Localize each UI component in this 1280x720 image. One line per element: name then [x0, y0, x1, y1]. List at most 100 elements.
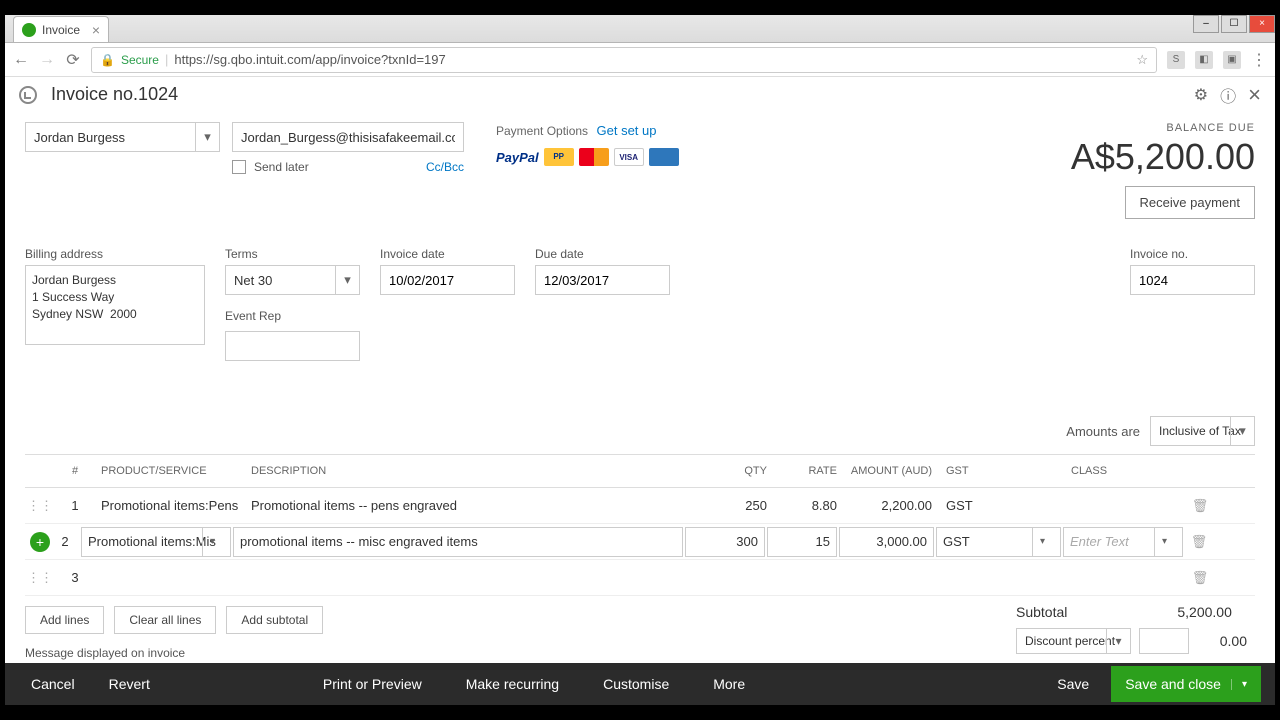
lock-icon: 🔒 — [100, 53, 115, 67]
make-recurring-button[interactable]: Make recurring — [454, 668, 571, 700]
chevron-down-icon[interactable]: ▾ — [1231, 679, 1247, 690]
qbo-favicon — [22, 23, 36, 37]
tab-title: Invoice — [42, 23, 80, 37]
row-amount[interactable]: 2,200.00 — [845, 498, 940, 513]
balance-due-amount: A$5,200.00 — [1071, 136, 1255, 178]
line-items-grid: # PRODUCT/SERVICE DESCRIPTION QTY RATE A… — [25, 454, 1255, 596]
customise-button[interactable]: Customise — [591, 668, 681, 700]
invoice-date-label: Invoice date — [380, 247, 515, 261]
revert-button[interactable]: Revert — [97, 668, 162, 700]
col-amount: AMOUNT (AUD) — [845, 465, 940, 477]
chevron-down-icon: ▾ — [1154, 528, 1174, 556]
receive-payment-button[interactable]: Receive payment — [1125, 186, 1255, 219]
subtotal-value: 5,200.00 — [1177, 604, 1232, 620]
terms-dropdown[interactable]: Net 30 ▾ — [225, 265, 360, 295]
address-bar: ← → ⟳ 🔒 Secure | https://sg.qbo.intuit.c… — [5, 43, 1275, 77]
row-rate[interactable]: 8.80 — [775, 498, 845, 513]
chevron-down-icon: ▾ — [195, 123, 219, 151]
minimize-button[interactable]: – — [1193, 15, 1219, 33]
billing-address-input[interactable] — [25, 265, 205, 345]
discount-input[interactable] — [1139, 628, 1189, 654]
send-later-checkbox[interactable] — [232, 160, 246, 174]
cancel-button[interactable]: Cancel — [19, 668, 87, 700]
invoice-date-input[interactable] — [380, 265, 515, 295]
more-button[interactable]: More — [701, 668, 757, 700]
col-gst: GST — [940, 465, 1065, 477]
event-rep-input[interactable] — [225, 331, 360, 361]
row-num: 1 — [55, 498, 95, 513]
col-num: # — [55, 465, 95, 477]
ext-icon-2[interactable]: ◧ — [1195, 51, 1213, 69]
row-amount-input[interactable]: 3,000.00 — [839, 527, 934, 557]
clear-lines-button[interactable]: Clear all lines — [114, 606, 216, 634]
add-subtotal-button[interactable]: Add subtotal — [226, 606, 323, 634]
row-qty-input[interactable]: 300 — [685, 527, 765, 557]
event-rep-label: Event Rep — [225, 309, 360, 323]
line-row-empty[interactable]: ⋮⋮ 3 🗑 — [25, 560, 1255, 596]
terms-value: Net 30 — [234, 273, 272, 288]
ccbcc-link[interactable]: Cc/Bcc — [426, 160, 464, 174]
mastercard-icon — [579, 148, 609, 166]
row-gst[interactable]: GST — [940, 498, 1065, 513]
history-icon[interactable] — [19, 86, 37, 104]
ext-icon-1[interactable]: S — [1167, 51, 1185, 69]
row-rate-input[interactable]: 15 — [767, 527, 837, 557]
visa-icon: VISA — [614, 148, 644, 166]
url-field[interactable]: 🔒 Secure | https://sg.qbo.intuit.com/app… — [91, 47, 1157, 73]
discount-value: 0.00 — [1197, 633, 1247, 649]
back-icon[interactable]: ← — [13, 52, 29, 68]
line-row[interactable]: ⋮⋮ 1 Promotional items:Pens Promotional … — [25, 488, 1255, 524]
menu-icon[interactable]: ⋮ — [1251, 52, 1267, 68]
invoice-no-input[interactable] — [1130, 265, 1255, 295]
add-lines-button[interactable]: Add lines — [25, 606, 104, 634]
tax-inclusive-value: Inclusive of Tax — [1159, 424, 1241, 438]
discount-dropdown[interactable]: Discount percent ▾ — [1016, 628, 1131, 654]
gear-icon[interactable]: ⚙ — [1194, 85, 1208, 105]
help-icon[interactable]: ⓘ — [1220, 83, 1236, 107]
message-label: Message displayed on invoice — [25, 646, 323, 660]
save-close-button[interactable]: Save and close ▾ — [1111, 666, 1261, 702]
maximize-button[interactable]: ☐ — [1221, 15, 1247, 33]
tax-inclusive-dropdown[interactable]: Inclusive of Tax ▾ — [1150, 416, 1255, 446]
due-date-label: Due date — [535, 247, 670, 261]
browser-tab[interactable]: Invoice × — [13, 16, 109, 42]
row-product-dropdown[interactable]: Promotional items:Mis▾ — [81, 527, 231, 557]
ext-icon-3[interactable]: ▣ — [1223, 51, 1241, 69]
paypal-mark-icon: PP — [544, 148, 574, 166]
paypal-icon: PayPal — [496, 150, 539, 165]
drag-handle-icon[interactable]: ⋮⋮ — [25, 498, 55, 514]
get-setup-link[interactable]: Get set up — [597, 123, 657, 138]
forward-icon[interactable]: → — [39, 52, 55, 68]
save-button[interactable]: Save — [1045, 668, 1101, 700]
window-close-button[interactable]: × — [1249, 15, 1275, 33]
delete-row-icon[interactable]: 🗑 — [1185, 498, 1215, 514]
row-class-dropdown[interactable]: Enter Text▾ — [1063, 527, 1183, 557]
row-num: 2 — [50, 534, 80, 549]
row-description[interactable]: Promotional items -- pens engraved — [245, 498, 695, 513]
star-icon[interactable]: ☆ — [1136, 52, 1148, 68]
col-class: CLASS — [1065, 465, 1185, 477]
due-date-input[interactable] — [535, 265, 670, 295]
reload-icon[interactable]: ⟳ — [65, 52, 81, 68]
amex-icon — [649, 148, 679, 166]
close-panel-icon[interactable]: × — [1248, 82, 1261, 108]
row-description-input[interactable]: promotional items -- misc engraved items — [233, 527, 683, 557]
col-description: DESCRIPTION — [245, 465, 695, 477]
chevron-down-icon: ▾ — [1106, 629, 1130, 653]
terms-label: Terms — [225, 247, 360, 261]
line-row-active[interactable]: + 2 Promotional items:Mis▾ promotional i… — [25, 524, 1255, 560]
print-preview-button[interactable]: Print or Preview — [311, 668, 434, 700]
footer-bar: Cancel Revert Print or Preview Make recu… — [5, 663, 1275, 705]
customer-dropdown[interactable]: Jordan Burgess ▾ — [25, 122, 220, 152]
delete-row-icon[interactable]: 🗑 — [1185, 570, 1215, 586]
row-qty[interactable]: 250 — [695, 498, 775, 513]
row-gst-dropdown[interactable]: GST▾ — [936, 527, 1061, 557]
tab-close-icon[interactable]: × — [92, 22, 100, 38]
invoice-no-label: Invoice no. — [1130, 247, 1255, 261]
row-product[interactable]: Promotional items:Pens — [95, 498, 245, 513]
drag-handle-icon[interactable]: ⋮⋮ — [25, 570, 55, 586]
delete-row-icon[interactable]: 🗑 — [1184, 534, 1214, 550]
payment-options-label: Payment Options — [496, 124, 588, 138]
add-row-icon[interactable]: + — [30, 532, 50, 552]
customer-email-input[interactable] — [232, 122, 464, 152]
